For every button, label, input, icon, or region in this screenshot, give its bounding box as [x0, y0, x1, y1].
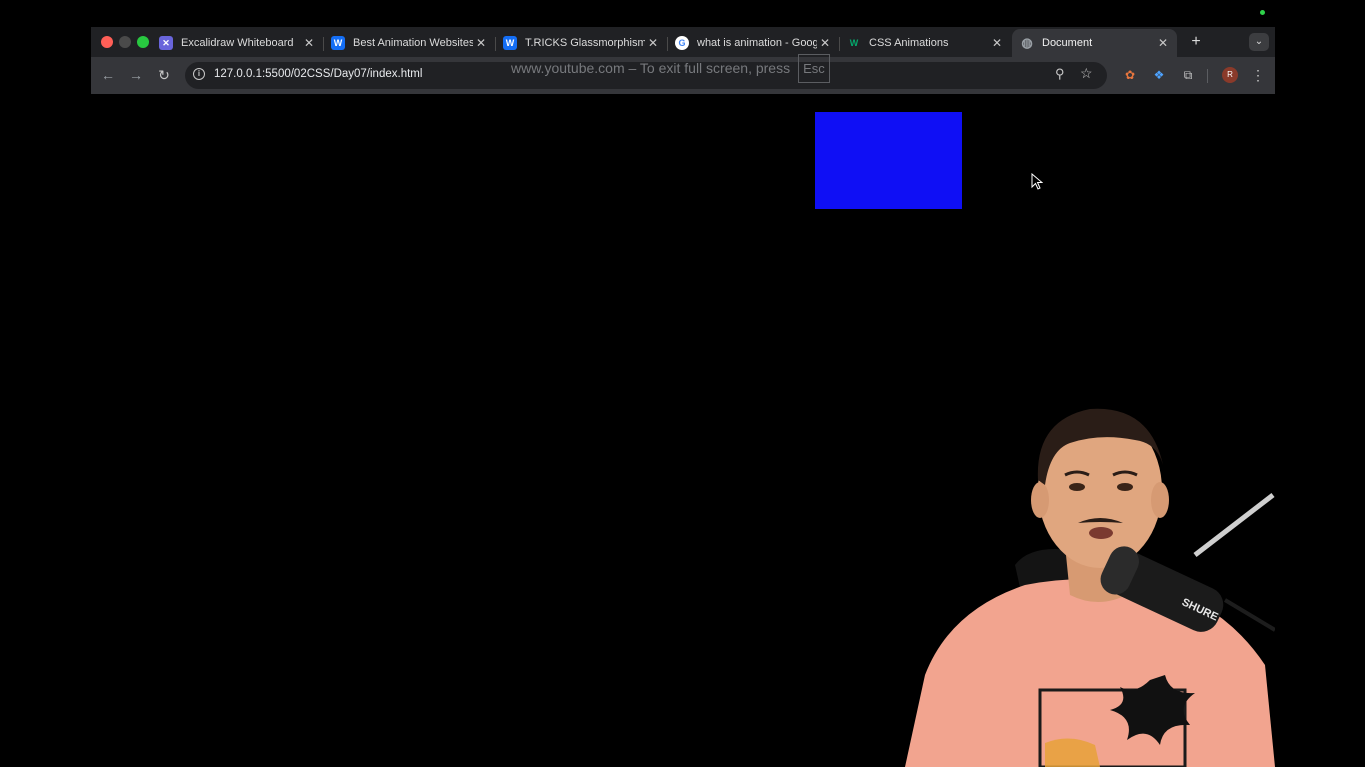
person-mouth [1089, 527, 1113, 539]
extension-orange-icon[interactable]: ✿ [1122, 67, 1138, 83]
fullscreen-esc-key: Esc [798, 53, 830, 83]
tab-close-icon[interactable]: ✕ [1155, 36, 1171, 50]
site-info-icon[interactable]: i [193, 68, 205, 80]
window-close-button[interactable] [101, 36, 113, 48]
back-icon[interactable]: ← [99, 66, 117, 84]
tab-title: CSS Animations [869, 37, 949, 49]
tab-close-icon[interactable]: ✕ [645, 36, 661, 50]
tab-close-icon[interactable]: ✕ [473, 36, 489, 50]
extension-blue-icon[interactable]: ❖ [1151, 67, 1167, 83]
mic-arm [1193, 493, 1275, 557]
fullscreen-notice: www.youtube.com – To exit full screen, p… [511, 53, 830, 83]
url-text[interactable]: 127.0.0.1:5500/02CSS/Day07/index.html [214, 68, 422, 80]
excalidraw-icon: ✕ [159, 36, 173, 50]
tab-title: what is animation - Google [697, 37, 817, 49]
zoom-icon[interactable]: ⚲ [1055, 66, 1065, 82]
webflow-icon: W [503, 36, 517, 50]
tab-close-icon[interactable]: ✕ [817, 36, 833, 50]
forward-icon[interactable]: → [127, 66, 145, 84]
w3schools-icon: W [849, 38, 859, 48]
person-eye [1117, 483, 1133, 491]
tab-close-icon[interactable]: ✕ [989, 36, 1005, 50]
tab-title: Excalidraw Whiteboard [181, 37, 294, 49]
mic-cable [1223, 598, 1275, 632]
window-maximize-button[interactable] [137, 36, 149, 48]
toolbar-separator [1207, 69, 1208, 83]
tab-search-button[interactable]: ⌄ [1249, 33, 1269, 51]
webcam-overlay: SHURE [905, 408, 1275, 767]
tab-document[interactable]: ◍ Document ✕ [1012, 29, 1177, 57]
person-ear [1151, 482, 1169, 518]
tab-best-animation[interactable]: W Best Animation Websites | ✕ [323, 29, 496, 57]
fullscreen-notice-text: www.youtube.com – To exit full screen, p… [511, 60, 791, 76]
tab-excalidraw[interactable]: ✕ Excalidraw Whiteboard ✕ [151, 29, 324, 57]
screen: ✕ Excalidraw Whiteboard ✕ W Best Animati… [0, 0, 1365, 767]
google-icon: G [675, 36, 689, 50]
tab-title: Best Animation Websites | [353, 37, 473, 49]
tab-title: Document [1042, 37, 1093, 49]
profile-avatar[interactable]: R [1222, 67, 1238, 83]
person-ear [1031, 482, 1049, 518]
mouse-cursor-icon [1031, 173, 1043, 190]
tab-css-animations[interactable]: W CSS Animations ✕ [839, 29, 1011, 57]
webflow-icon: W [331, 36, 345, 50]
tab-close-icon[interactable]: ✕ [301, 36, 317, 50]
window-minimize-button[interactable] [119, 36, 131, 48]
new-tab-button[interactable]: + [1185, 31, 1207, 53]
animated-box [815, 112, 962, 209]
person-eye [1069, 483, 1085, 491]
extensions-puzzle-icon[interactable]: ⧉ [1180, 67, 1196, 83]
bookmark-star-icon[interactable]: ☆ [1080, 65, 1093, 82]
reload-icon[interactable]: ↻ [155, 66, 173, 84]
browser-menu-icon[interactable]: ⋮ [1250, 66, 1266, 84]
globe-icon: ◍ [1021, 35, 1033, 50]
recording-indicator [1260, 10, 1265, 15]
tab-title: T.RICKS Glassmorphism - [525, 37, 645, 49]
